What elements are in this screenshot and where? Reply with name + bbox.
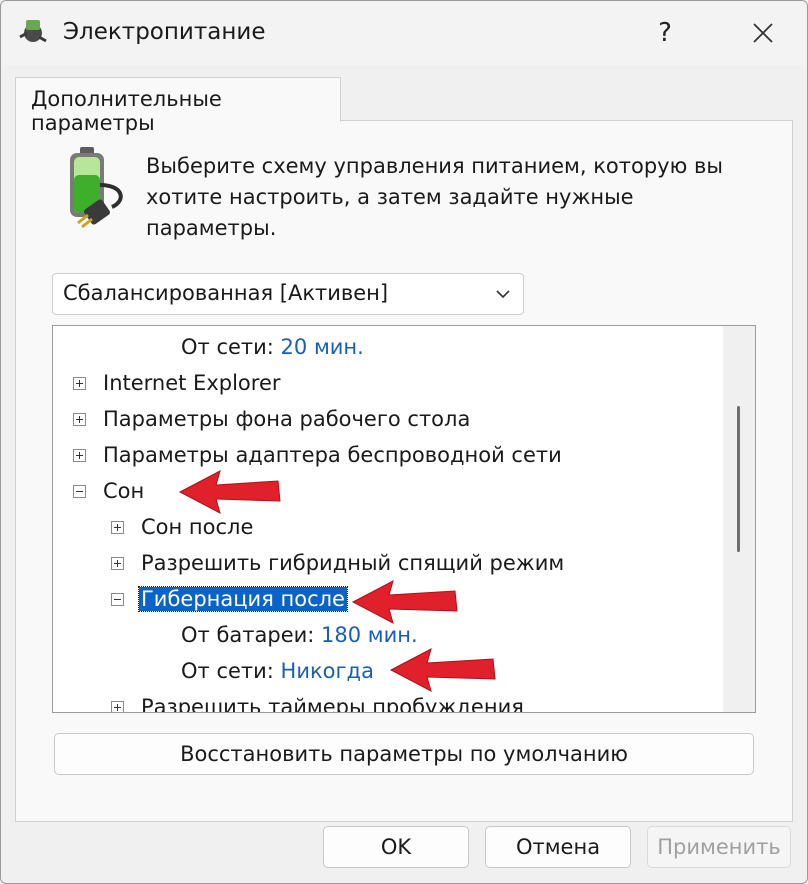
- tree-item-sleep[interactable]: Сон: [71, 474, 144, 508]
- tree-item-label: От батареи:: [181, 623, 315, 647]
- tree-item-label: Параметры адаптера беспроводной сети: [103, 443, 562, 467]
- tree-item-label: Сон после: [141, 515, 254, 539]
- red-arrow-annotation: [178, 470, 281, 514]
- collapse-minus-icon[interactable]: [111, 593, 124, 606]
- ok-button[interactable]: OK: [323, 826, 469, 868]
- tree-item-label: Разрешить таймеры пробуждения: [141, 695, 524, 713]
- red-arrow-annotation: [389, 648, 496, 692]
- red-arrow-annotation: [351, 580, 458, 624]
- intro-text: Выберите схему управления питанием, кото…: [146, 154, 723, 240]
- tree-item-label: От сети:: [181, 659, 274, 683]
- expand-plus-icon[interactable]: [73, 413, 86, 426]
- expand-plus-icon[interactable]: [73, 377, 86, 390]
- power-plan-dropdown[interactable]: Сбалансированная [Активен]: [52, 273, 524, 315]
- tree-item-plugged-in[interactable]: От сети: Никогда: [181, 654, 374, 688]
- tree-item-value[interactable]: 20 мин.: [281, 335, 364, 359]
- collapse-minus-icon[interactable]: [73, 485, 86, 498]
- battery-plug-icon: [70, 147, 123, 229]
- apply-button[interactable]: Применить: [647, 826, 791, 868]
- expand-plus-icon[interactable]: [111, 701, 124, 712]
- tree-item-wireless-adapter[interactable]: Параметры адаптера беспроводной сети: [71, 438, 562, 472]
- tree-item-label: Сон: [103, 479, 145, 503]
- tree-item-label: От сети:: [181, 335, 274, 359]
- tab-panel: Выберите схему управления питанием, кото…: [15, 120, 793, 822]
- tree-item-internet-explorer[interactable]: Internet Explorer: [71, 366, 281, 400]
- tab-advanced-settings[interactable]: Дополнительные параметры: [15, 77, 341, 135]
- tree-item-hybrid-sleep[interactable]: Разрешить гибридный спящий режим: [109, 546, 564, 580]
- power-options-dialog: Электропитание ? Дополнительные параметр…: [0, 0, 808, 884]
- expand-plus-icon[interactable]: [111, 521, 124, 534]
- tree-item-plugged-in-top[interactable]: От сети: 20 мин.: [181, 330, 364, 364]
- window-title: Электропитание: [63, 19, 266, 45]
- tree-item-label: Параметры фона рабочего стола: [103, 407, 471, 431]
- cancel-button[interactable]: Отмена: [485, 826, 631, 868]
- tab-label: Дополнительные параметры: [31, 87, 222, 135]
- tree-item-desktop-background[interactable]: Параметры фона рабочего стола: [71, 402, 470, 436]
- restore-defaults-button[interactable]: Восстановить параметры по умолчанию: [54, 733, 754, 775]
- close-button[interactable]: [741, 11, 785, 55]
- title-bar: Электропитание ?: [1, 1, 807, 65]
- scrollbar-thumb[interactable]: [737, 406, 740, 552]
- power-options-icon: [19, 20, 47, 43]
- tree-item-label: Internet Explorer: [103, 371, 281, 395]
- expand-plus-icon[interactable]: [73, 449, 86, 462]
- tree-item-label: Разрешить гибридный спящий режим: [141, 551, 565, 575]
- expand-plus-icon[interactable]: [111, 557, 124, 570]
- tree-item-value[interactable]: Никогда: [281, 659, 374, 683]
- tree-scrollbar[interactable]: [723, 326, 755, 712]
- tree-item-label-selected: Гибернация после: [138, 586, 348, 612]
- power-plan-value: Сбалансированная [Активен]: [63, 281, 389, 305]
- help-button[interactable]: ?: [643, 11, 687, 55]
- close-icon: [753, 23, 773, 43]
- chevron-down-icon: [496, 290, 510, 299]
- tree-item-hibernate-after[interactable]: Гибернация после: [109, 582, 348, 616]
